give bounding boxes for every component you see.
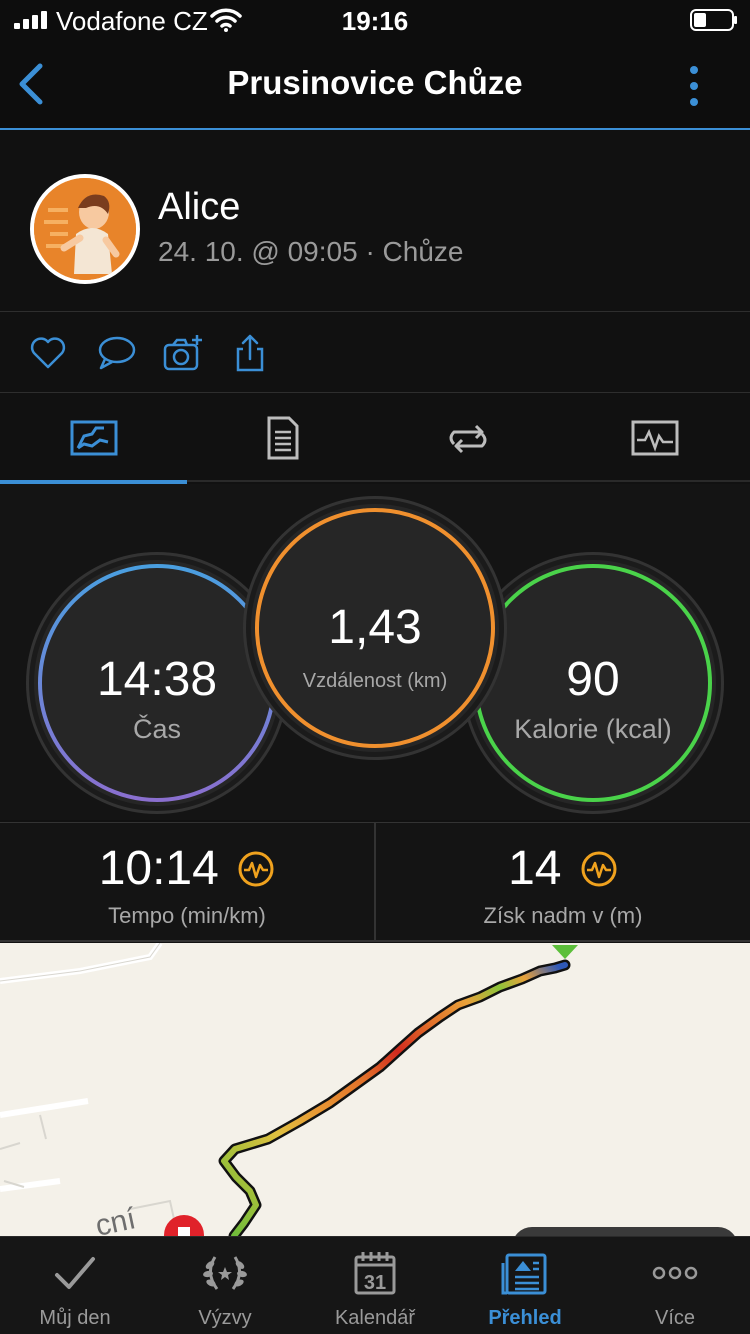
tab-overview-feed[interactable]: Přehled [450,1237,600,1334]
route-map[interactable]: cní [0,943,750,1236]
map-canvas: cní [0,943,738,1236]
map-street-label: cní [93,1202,140,1236]
activity-header: Alice 24. 10. @ 09:05 · Chůze [0,132,750,312]
tab-overview[interactable] [0,394,187,484]
laps-loop-icon [449,424,487,454]
time-label: Čas [132,714,181,744]
bottom-tab-bar: Můj den Výzvy 31 Kalendář Přehled Více [0,1236,750,1334]
runner-avatar-icon [34,178,136,280]
avatar[interactable] [30,174,140,284]
tab-calendar[interactable]: 31 Kalendář [300,1237,450,1334]
pace-label: Tempo (min/km) [108,903,266,928]
more-horizontal-icon [652,1266,698,1280]
metrics-row: 10:14 Tempo (min/km) 14 Získ nadm v (m) [0,822,750,942]
add-photo-camera-icon[interactable] [163,333,203,373]
pace-value: 10:14 [98,842,219,895]
map-control-pill[interactable] [512,1227,738,1236]
tab-more-label: Více [654,1307,696,1329]
tab-laps[interactable] [374,394,561,482]
nav-bar: Prusinovice Chůze [0,40,750,130]
tab-overview-feed-label: Přehled [488,1307,562,1329]
document-list-icon [267,416,299,460]
like-heart-icon[interactable] [28,333,68,373]
comment-icon[interactable] [96,333,136,373]
calories-circle[interactable]: 90 Kalorie (kcal) [470,560,716,806]
elevation-chart-badge-icon [581,851,617,886]
status-bar: Vodafone CZ 19:16 [0,0,750,40]
status-time: 19:16 [341,6,409,36]
summary-circles: 14:38 Čas 90 Kalorie (kcal) 1,43 Vzdálen… [0,484,750,820]
overview-chart-icon [70,420,118,456]
newsfeed-icon [501,1253,547,1295]
tab-more[interactable]: Více [600,1237,750,1334]
tab-challenges-label: Výzvy [198,1307,252,1329]
tab-calendar-label: Kalendář [334,1307,416,1329]
action-row [0,313,750,393]
distance-circle[interactable]: 1,43 Vzdálenost (km) [251,504,499,752]
distance-label: Vzdálenost (km) [302,670,448,692]
page-title: Prusinovice Chůze [227,64,523,101]
back-chevron-icon[interactable] [14,60,48,108]
time-value: 14:38 [96,653,218,706]
calendar-icon: 31 [354,1252,396,1295]
calendar-day-number: 31 [364,1272,386,1294]
calories-label: Kalorie (kcal) [514,714,672,744]
heart-rate-chart-icon [631,420,679,456]
more-vertical-icon[interactable] [680,62,708,110]
tab-charts[interactable] [561,394,748,482]
user-name[interactable]: Alice [158,186,240,229]
pace-metric[interactable]: 10:14 Tempo (min/km) [0,823,374,941]
tab-stats[interactable] [187,394,374,482]
battery-icon [690,9,737,31]
laurel-wreath-icon [203,1256,247,1290]
activity-tabs [0,394,750,484]
pace-chart-badge-icon [238,851,274,886]
share-icon[interactable] [230,333,270,373]
distance-value: 1,43 [328,601,422,654]
route-start-marker[interactable] [552,945,578,959]
elevation-value: 14 [508,842,562,895]
elevation-label: Získ nadm v (m) [483,903,643,928]
tab-challenges[interactable]: Výzvy [150,1237,300,1334]
elevation-metric[interactable]: 14 Získ nadm v (m) [376,823,750,941]
activity-meta: 24. 10. @ 09:05 · Chůze [158,236,464,267]
checkmark-icon [55,1257,95,1289]
time-circle[interactable]: 14:38 Čas [34,560,280,806]
tab-my-day[interactable]: Můj den [0,1237,150,1334]
calories-value: 90 [566,653,620,706]
tab-my-day-label: Můj den [39,1307,111,1329]
